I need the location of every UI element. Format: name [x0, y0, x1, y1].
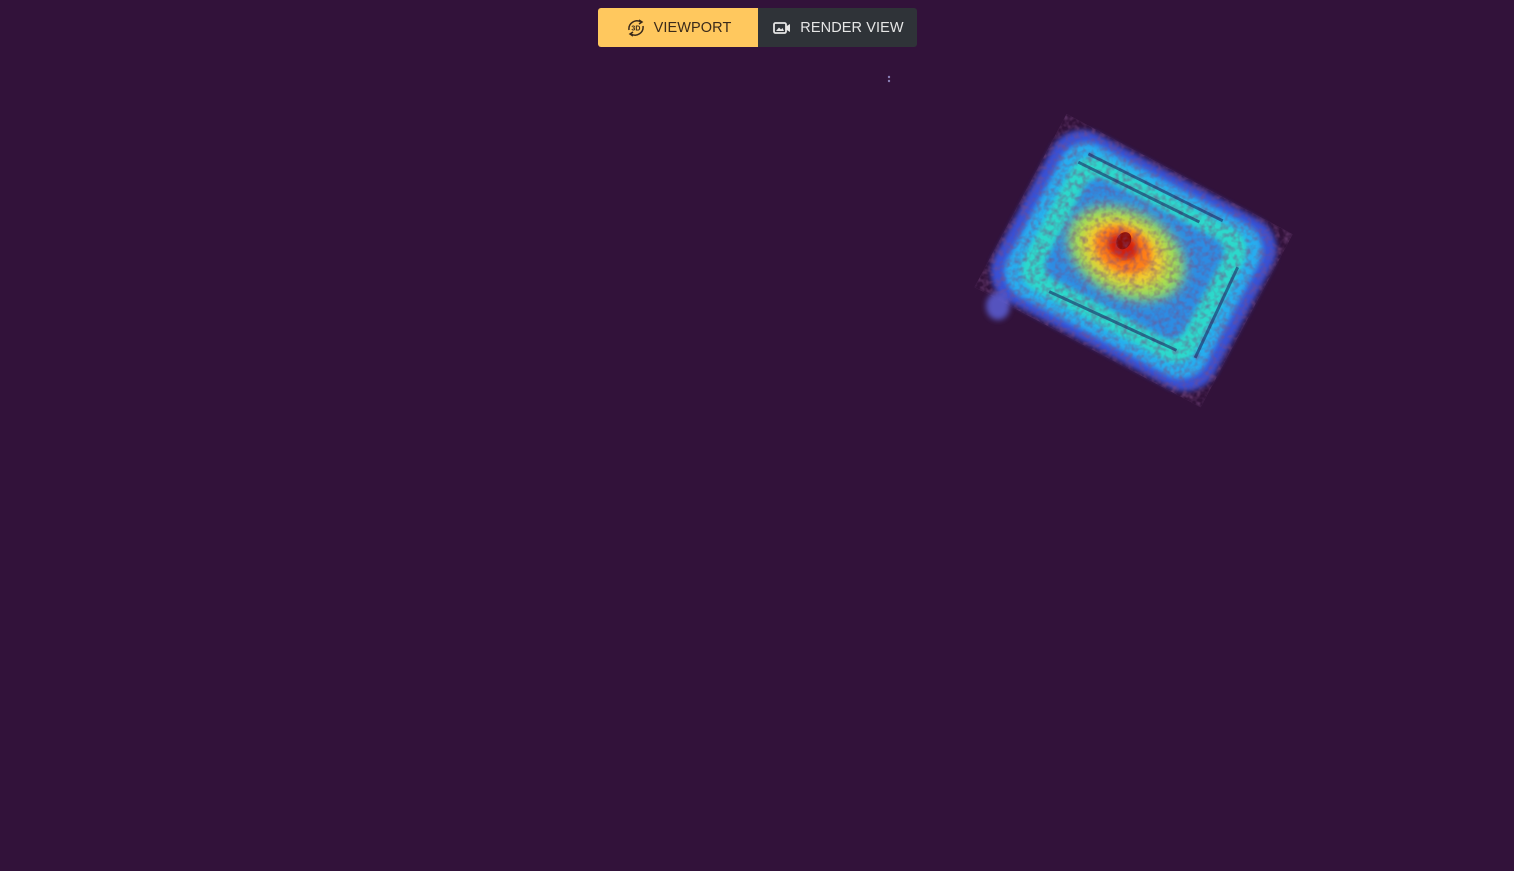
viewport-label: VIEWPORT — [653, 19, 732, 36]
3d-icon-text: 3D — [631, 25, 640, 32]
render-view-button[interactable]: RENDER VIEW — [758, 8, 917, 47]
viewport-button[interactable]: 3D VIEWPORT — [598, 8, 758, 47]
3d-rotate-icon: 3D — [625, 17, 647, 39]
3d-viewport-canvas[interactable] — [0, 0, 1514, 871]
point-cloud-render — [887, 75, 1281, 396]
video-camera-icon — [771, 17, 793, 39]
render-view-label: RENDER VIEW — [800, 19, 904, 36]
view-mode-toggle: 3D VIEWPORT RENDER VIEW — [598, 8, 917, 47]
